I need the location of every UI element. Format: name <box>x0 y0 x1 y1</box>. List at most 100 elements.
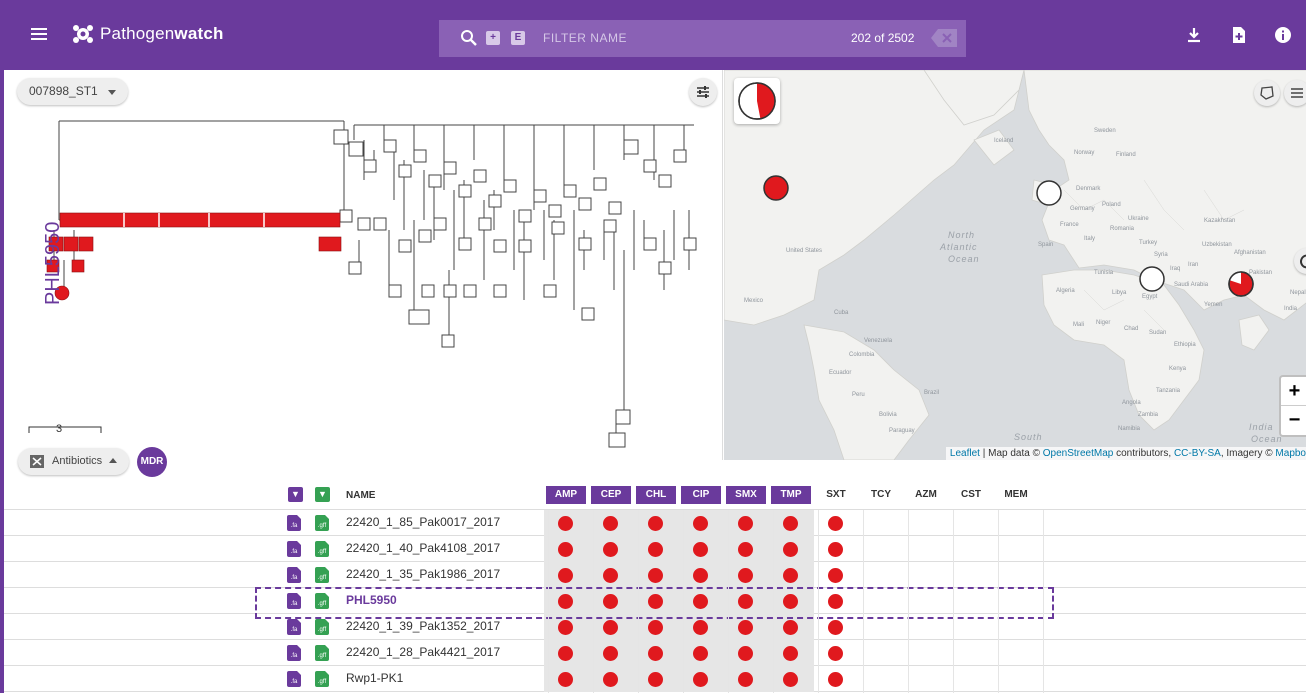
antibiotic-header-chl[interactable]: CHL <box>636 486 676 504</box>
gff-file-icon[interactable]: .gff <box>315 645 329 661</box>
resistance-dot <box>828 594 843 609</box>
antibiotic-header-sxt[interactable]: SXT <box>816 486 856 504</box>
download-icon[interactable] <box>1186 27 1202 43</box>
chevron-up-icon <box>109 458 118 463</box>
amr-cell <box>724 640 769 666</box>
filter-name-input[interactable] <box>543 28 793 48</box>
country-label: Cuba <box>834 310 849 316</box>
genome-name[interactable]: 22420_1_39_Pak1352_2017 <box>346 619 500 633</box>
country-label: Turkey <box>1139 240 1158 246</box>
antibiotic-header-mem[interactable]: MEM <box>996 486 1036 504</box>
genome-name[interactable]: 22420_1_28_Pak4421_2017 <box>346 645 500 659</box>
genome-name[interactable]: 22420_1_40_Pak4108_2017 <box>346 541 500 555</box>
mapbox-link[interactable]: Mapbo <box>1275 448 1306 459</box>
gff-file-icon[interactable]: .gff <box>315 515 329 531</box>
lasso-button[interactable] <box>1254 80 1280 106</box>
download-fasta-icon[interactable]: ▼ <box>288 487 303 502</box>
antibiotics-dropdown[interactable]: Antibiotics <box>18 448 130 475</box>
resistance-dot <box>693 646 708 661</box>
amr-cell <box>589 536 634 562</box>
amr-cell <box>949 588 994 614</box>
highlighted-leaf-label[interactable]: PHL5950 <box>42 222 65 305</box>
genome-name[interactable]: Rwp1-PK1 <box>346 671 403 685</box>
antibiotic-header-azm[interactable]: AZM <box>906 486 946 504</box>
resistance-dot <box>603 672 618 687</box>
gff-file-icon[interactable]: .gff <box>315 671 329 687</box>
country-label: Saudi Arabia <box>1174 282 1209 288</box>
antibiotic-header-tmp[interactable]: TMP <box>771 486 811 504</box>
country-label: Iraq <box>1170 266 1181 272</box>
genome-name[interactable]: 22420_1_85_Pak0017_2017 <box>346 515 500 529</box>
fasta-file-icon[interactable]: .fa <box>287 671 301 687</box>
table-row[interactable]: .fa .gff 22420_1_85_Pak0017_2017 <box>4 510 1306 536</box>
menu-icon[interactable] <box>31 28 47 40</box>
genome-name[interactable]: PHL5950 <box>346 593 397 607</box>
table-header-row: ▼ ▼ NAME AMP CEP CHL CIP SMX TMP SXT TCY AZM CST M… <box>4 482 1306 510</box>
country-label: Pakistan <box>1249 270 1273 276</box>
openstreetmap-link[interactable]: OpenStreetMap <box>1043 448 1114 459</box>
amr-cell <box>544 640 589 666</box>
antibiotic-header-smx[interactable]: SMX <box>726 486 766 504</box>
antibiotic-header-tcy[interactable]: TCY <box>861 486 901 504</box>
amr-cell <box>679 510 724 536</box>
gff-file-icon[interactable]: .gff <box>315 567 329 583</box>
country-label: Niger <box>1096 320 1111 326</box>
table-row[interactable]: .fa .gff Rwp1-PK1 <box>4 666 1306 692</box>
phylogenetic-tree[interactable] <box>4 70 723 460</box>
map-panel[interactable]: North Atlantic Ocean South India Ocean U… <box>724 70 1306 460</box>
table-row[interactable]: .fa .gff 22420_1_35_Pak1986_2017 <box>4 562 1306 588</box>
app-logo[interactable]: Pathogenwatch <box>72 23 224 45</box>
table-row[interactable]: .fa .gff PHL5950 <box>4 588 1306 614</box>
resistance-dot <box>783 594 798 609</box>
country-label: Kenya <box>1169 366 1187 372</box>
app-root: Pathogenwatch + E 202 of 2502 <box>0 0 1306 693</box>
table-row[interactable]: .fa .gff 22420_1_28_Pak4421_2017 <box>4 640 1306 666</box>
zoom-in-button[interactable]: + <box>1281 377 1306 406</box>
add-file-icon[interactable] <box>1231 27 1247 43</box>
column-divider <box>638 510 639 693</box>
fasta-file-icon[interactable]: .fa <box>287 567 301 583</box>
antibiotic-header-cep[interactable]: CEP <box>591 486 631 504</box>
exact-match-icon[interactable]: E <box>511 31 525 45</box>
search-icon[interactable] <box>460 29 478 47</box>
fasta-file-icon[interactable]: .fa <box>287 515 301 531</box>
resistance-dot <box>783 620 798 635</box>
country-label: Tunisia <box>1094 270 1114 276</box>
mdr-button[interactable]: MDR <box>137 447 167 477</box>
antibiotic-header-cst[interactable]: CST <box>951 486 991 504</box>
ocean-label: Atlantic <box>940 242 978 252</box>
gff-file-icon[interactable]: .gff <box>315 541 329 557</box>
clear-filter-icon[interactable] <box>931 29 957 47</box>
add-filter-icon[interactable]: + <box>486 31 500 45</box>
country-label: Zambia <box>1138 412 1159 418</box>
column-divider <box>773 510 774 693</box>
genome-name[interactable]: 22420_1_35_Pak1986_2017 <box>346 567 500 581</box>
world-map[interactable] <box>724 70 1306 460</box>
fasta-file-icon[interactable]: .fa <box>287 645 301 661</box>
leaflet-link[interactable]: Leaflet <box>950 448 980 459</box>
fasta-file-icon[interactable]: .fa <box>287 593 301 609</box>
resistance-dot <box>648 568 663 583</box>
tree-scale-value: 3 <box>56 423 63 435</box>
name-column-header[interactable]: NAME <box>346 490 375 501</box>
reset-map-button[interactable] <box>1294 248 1306 274</box>
amr-cell <box>634 588 679 614</box>
country-label: Afghanistan <box>1234 250 1266 256</box>
info-icon[interactable] <box>1275 27 1291 43</box>
fasta-file-icon[interactable]: .fa <box>287 619 301 635</box>
antibiotic-header-amp[interactable]: AMP <box>546 486 586 504</box>
table-row[interactable]: .fa .gff 22420_1_39_Pak1352_2017 <box>4 614 1306 640</box>
gff-file-icon[interactable]: .gff <box>315 593 329 609</box>
fasta-file-icon[interactable]: .fa <box>287 541 301 557</box>
amr-cell <box>994 666 1039 692</box>
antibiotics-icon <box>30 455 44 468</box>
gff-file-icon[interactable]: .gff <box>315 619 329 635</box>
overall-pie-chart[interactable] <box>734 78 780 124</box>
license-link[interactable]: CC-BY-SA <box>1174 448 1221 459</box>
country-label: Romania <box>1110 226 1135 232</box>
table-row[interactable]: .fa .gff 22420_1_40_Pak4108_2017 <box>4 536 1306 562</box>
zoom-out-button[interactable]: − <box>1281 406 1306 435</box>
map-options-button[interactable] <box>1284 80 1306 106</box>
download-gff-icon[interactable]: ▼ <box>315 487 330 502</box>
antibiotic-header-cip[interactable]: CIP <box>681 486 721 504</box>
